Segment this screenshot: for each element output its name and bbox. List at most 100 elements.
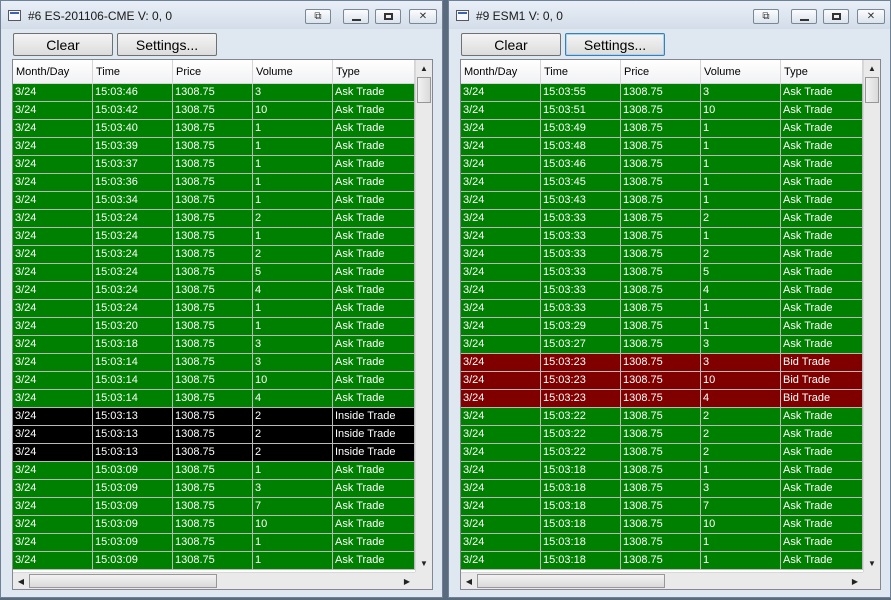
- table-row[interactable]: 3/24 15:03:37 1308.75 1 Ask Trade: [13, 156, 415, 174]
- minimize-icon[interactable]: [791, 9, 817, 24]
- table-row[interactable]: 3/24 15:03:24 1308.75 4 Ask Trade: [13, 282, 415, 300]
- table-row[interactable]: 3/24 15:03:18 1308.75 10 Ask Trade: [461, 516, 863, 534]
- clear-button[interactable]: Clear: [461, 33, 561, 56]
- maximize-icon[interactable]: [823, 9, 849, 24]
- table-row[interactable]: 3/24 15:03:24 1308.75 2 Ask Trade: [13, 210, 415, 228]
- table-row[interactable]: 3/24 15:03:43 1308.75 1 Ask Trade: [461, 192, 863, 210]
- table-row[interactable]: 3/24 15:03:18 1308.75 1 Ask Trade: [461, 534, 863, 552]
- column-header-price[interactable]: Price: [621, 60, 701, 84]
- settings-button[interactable]: Settings...: [117, 33, 217, 56]
- scroll-right-arrow-icon[interactable]: ▶: [847, 573, 863, 589]
- table-row[interactable]: 3/24 15:03:46 1308.75 1 Ask Trade: [461, 156, 863, 174]
- table-row[interactable]: 3/24 15:03:24 1308.75 1 Ask Trade: [13, 300, 415, 318]
- cell-type: Ask Trade: [781, 228, 863, 246]
- table-row[interactable]: 3/24 15:03:33 1308.75 1 Ask Trade: [461, 228, 863, 246]
- table-row[interactable]: 3/24 15:03:14 1308.75 4 Ask Trade: [13, 390, 415, 408]
- table-row[interactable]: 3/24 15:03:51 1308.75 10 Ask Trade: [461, 102, 863, 120]
- table-row[interactable]: 3/24 15:03:09 1308.75 3 Ask Trade: [13, 480, 415, 498]
- maximize-icon[interactable]: [375, 9, 401, 24]
- table-row[interactable]: 3/24 15:03:09 1308.75 1 Ask Trade: [13, 534, 415, 552]
- table-row[interactable]: 3/24 15:03:23 1308.75 4 Bid Trade: [461, 390, 863, 408]
- table-row[interactable]: 3/24 15:03:24 1308.75 1 Ask Trade: [13, 228, 415, 246]
- table-row[interactable]: 3/24 15:03:34 1308.75 1 Ask Trade: [13, 192, 415, 210]
- title-bar[interactable]: #6 ES-201106-CME V: 0, 0 ⧉ ✕: [1, 1, 442, 29]
- clear-button[interactable]: Clear: [13, 33, 113, 56]
- table-row[interactable]: 3/24 15:03:20 1308.75 1 Ask Trade: [13, 318, 415, 336]
- table-row[interactable]: 3/24 15:03:22 1308.75 2 Ask Trade: [461, 408, 863, 426]
- horizontal-scroll-thumb[interactable]: [29, 574, 217, 588]
- horizontal-scroll-thumb[interactable]: [477, 574, 665, 588]
- pin-window-icon[interactable]: ⧉: [305, 9, 331, 24]
- table-row[interactable]: 3/24 15:03:09 1308.75 10 Ask Trade: [13, 516, 415, 534]
- scroll-left-arrow-icon[interactable]: ◀: [461, 573, 477, 589]
- table-row[interactable]: 3/24 15:03:18 1308.75 1 Ask Trade: [461, 552, 863, 570]
- table-row[interactable]: 3/24 15:03:18 1308.75 3 Ask Trade: [461, 480, 863, 498]
- table-row[interactable]: 3/24 15:03:45 1308.75 1 Ask Trade: [461, 174, 863, 192]
- table-row[interactable]: 3/24 15:03:09 1308.75 1 Ask Trade: [13, 462, 415, 480]
- table-row[interactable]: 3/24 15:03:09 1308.75 1 Ask Trade: [13, 552, 415, 570]
- close-icon[interactable]: ✕: [857, 9, 885, 24]
- column-header-volume[interactable]: Volume: [253, 60, 333, 84]
- table-row[interactable]: 3/24 15:03:39 1308.75 1 Ask Trade: [13, 138, 415, 156]
- table-row[interactable]: 3/24 15:03:33 1308.75 1 Ask Trade: [461, 300, 863, 318]
- column-header-month-day[interactable]: Month/Day: [13, 60, 93, 84]
- table-row[interactable]: 3/24 15:03:49 1308.75 1 Ask Trade: [461, 120, 863, 138]
- column-header-volume[interactable]: Volume: [701, 60, 781, 84]
- table-row[interactable]: 3/24 15:03:22 1308.75 2 Ask Trade: [461, 444, 863, 462]
- vertical-scroll-thumb[interactable]: [865, 77, 879, 103]
- table-row[interactable]: 3/24 15:03:33 1308.75 5 Ask Trade: [461, 264, 863, 282]
- column-header-price[interactable]: Price: [173, 60, 253, 84]
- table-row[interactable]: 3/24 15:03:33 1308.75 4 Ask Trade: [461, 282, 863, 300]
- minimize-icon[interactable]: [343, 9, 369, 24]
- cell-time: 15:03:33: [541, 282, 621, 300]
- table-row[interactable]: 3/24 15:03:18 1308.75 1 Ask Trade: [461, 462, 863, 480]
- column-header-time[interactable]: Time: [93, 60, 173, 84]
- table-row[interactable]: 3/24 15:03:27 1308.75 3 Ask Trade: [461, 336, 863, 354]
- cell-time: 15:03:18: [541, 462, 621, 480]
- table-row[interactable]: 3/24 15:03:18 1308.75 3 Ask Trade: [13, 336, 415, 354]
- title-bar[interactable]: #9 ESM1 V: 0, 0 ⧉ ✕: [449, 1, 890, 29]
- pin-window-icon[interactable]: ⧉: [753, 9, 779, 24]
- table-row[interactable]: 3/24 15:03:36 1308.75 1 Ask Trade: [13, 174, 415, 192]
- table-row[interactable]: 3/24 15:03:46 1308.75 3 Ask Trade: [13, 84, 415, 102]
- cell-time: 15:03:23: [541, 390, 621, 408]
- table-row[interactable]: 3/24 15:03:23 1308.75 10 Bid Trade: [461, 372, 863, 390]
- table-row[interactable]: 3/24 15:03:22 1308.75 2 Ask Trade: [461, 426, 863, 444]
- table-row[interactable]: 3/24 15:03:24 1308.75 5 Ask Trade: [13, 264, 415, 282]
- scroll-down-arrow-icon[interactable]: ▼: [864, 555, 880, 572]
- table-row[interactable]: 3/24 15:03:14 1308.75 3 Ask Trade: [13, 354, 415, 372]
- table-row[interactable]: 3/24 15:03:13 1308.75 2 Inside Trade: [13, 408, 415, 426]
- horizontal-scrollbar[interactable]: ◀ ▶: [461, 572, 863, 589]
- column-header-type[interactable]: Type: [333, 60, 415, 84]
- column-header-type[interactable]: Type: [781, 60, 863, 84]
- cell-price: 1308.75: [173, 264, 253, 282]
- settings-button[interactable]: Settings...: [565, 33, 665, 56]
- table-row[interactable]: 3/24 15:03:33 1308.75 2 Ask Trade: [461, 246, 863, 264]
- vertical-scroll-thumb[interactable]: [417, 77, 431, 103]
- table-row[interactable]: 3/24 15:03:09 1308.75 7 Ask Trade: [13, 498, 415, 516]
- vertical-scrollbar[interactable]: ▲ ▼: [863, 60, 880, 572]
- scroll-left-arrow-icon[interactable]: ◀: [13, 573, 29, 589]
- table-row[interactable]: 3/24 15:03:55 1308.75 3 Ask Trade: [461, 84, 863, 102]
- table-row[interactable]: 3/24 15:03:33 1308.75 2 Ask Trade: [461, 210, 863, 228]
- table-row[interactable]: 3/24 15:03:14 1308.75 10 Ask Trade: [13, 372, 415, 390]
- vertical-scrollbar[interactable]: ▲ ▼: [415, 60, 432, 572]
- table-row[interactable]: 3/24 15:03:40 1308.75 1 Ask Trade: [13, 120, 415, 138]
- table-row[interactable]: 3/24 15:03:29 1308.75 1 Ask Trade: [461, 318, 863, 336]
- table-row[interactable]: 3/24 15:03:42 1308.75 10 Ask Trade: [13, 102, 415, 120]
- table-row[interactable]: 3/24 15:03:13 1308.75 2 Inside Trade: [13, 426, 415, 444]
- column-header-time[interactable]: Time: [541, 60, 621, 84]
- close-icon[interactable]: ✕: [409, 9, 437, 24]
- column-header-month-day[interactable]: Month/Day: [461, 60, 541, 84]
- horizontal-scrollbar[interactable]: ◀ ▶: [13, 572, 415, 589]
- scroll-up-arrow-icon[interactable]: ▲: [416, 60, 432, 77]
- table-row[interactable]: 3/24 15:03:18 1308.75 7 Ask Trade: [461, 498, 863, 516]
- table-row[interactable]: 3/24 15:03:24 1308.75 2 Ask Trade: [13, 246, 415, 264]
- table-row[interactable]: 3/24 15:03:23 1308.75 3 Bid Trade: [461, 354, 863, 372]
- scroll-up-arrow-icon[interactable]: ▲: [864, 60, 880, 77]
- table-row[interactable]: 3/24 15:03:13 1308.75 2 Inside Trade: [13, 444, 415, 462]
- cell-price: 1308.75: [173, 408, 253, 426]
- scroll-right-arrow-icon[interactable]: ▶: [399, 573, 415, 589]
- table-row[interactable]: 3/24 15:03:48 1308.75 1 Ask Trade: [461, 138, 863, 156]
- scroll-down-arrow-icon[interactable]: ▼: [416, 555, 432, 572]
